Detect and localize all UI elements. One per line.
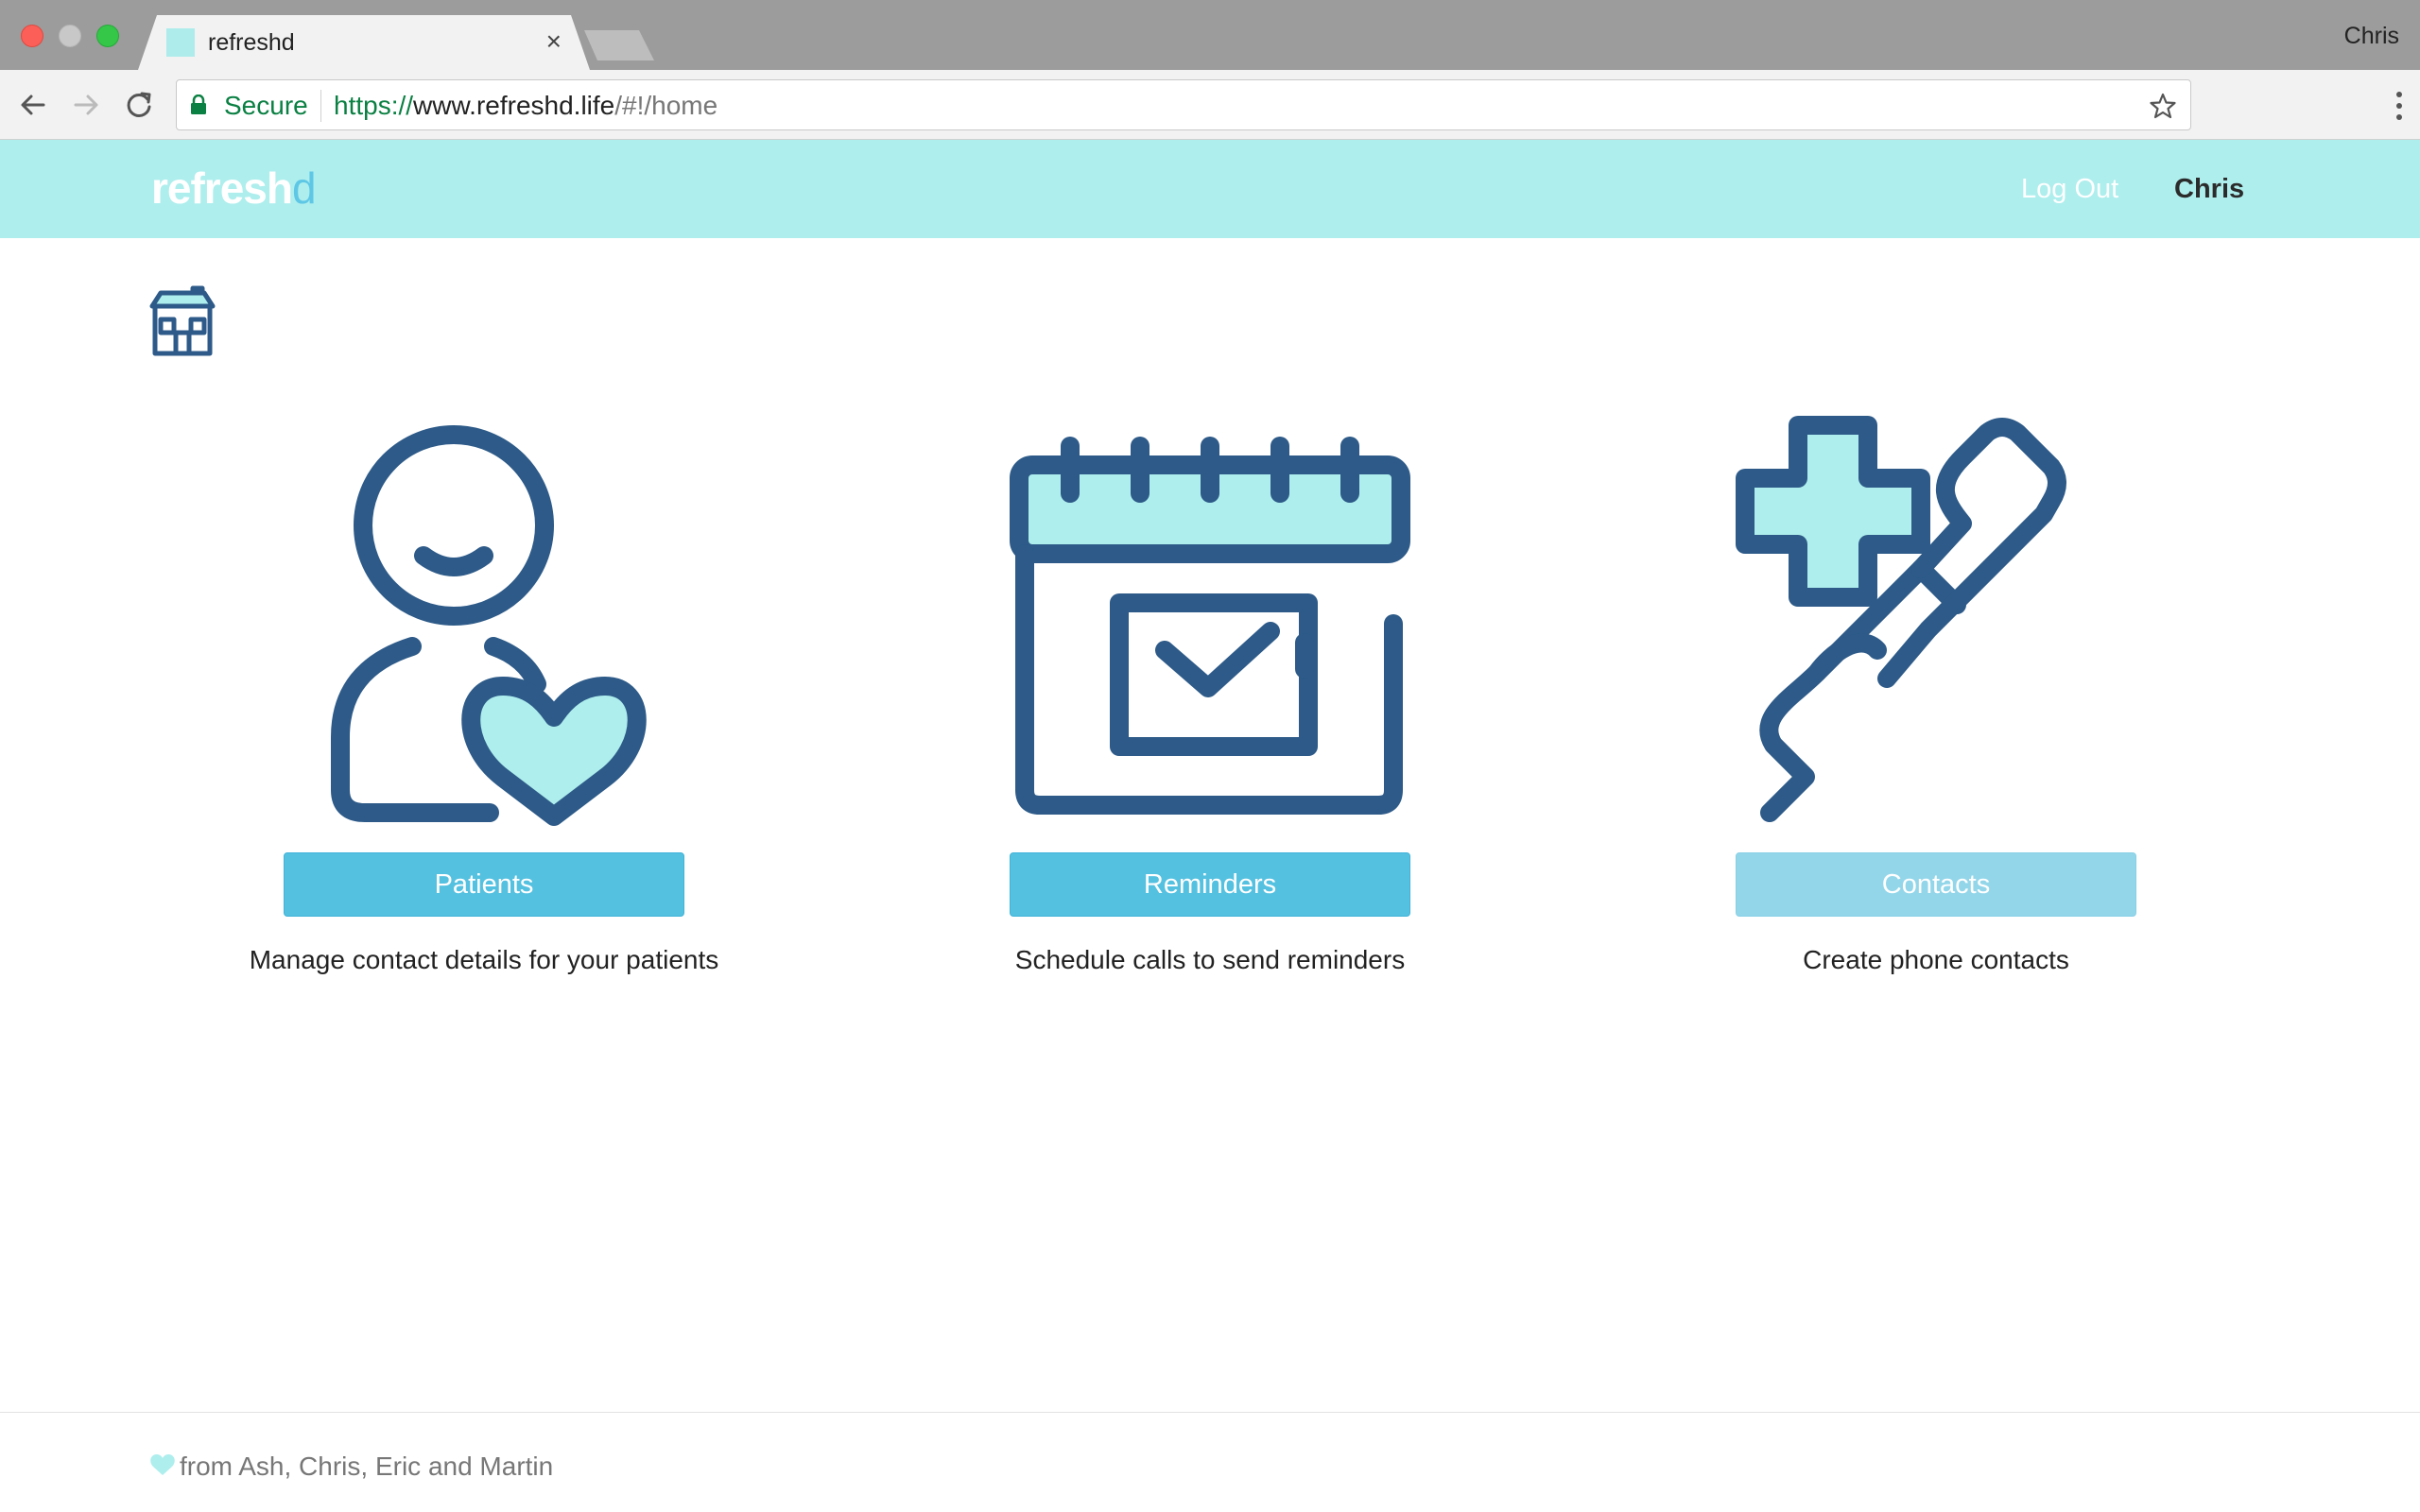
secure-label: Secure [224,91,308,120]
heart-icon [150,1454,175,1475]
url-text[interactable]: https://www.refreshd.life/#!/home [334,91,717,121]
username-link[interactable]: Chris [2174,174,2244,205]
favicon-icon [166,28,195,57]
url-scheme: https:// [334,91,414,120]
calendar-check-icon [1010,437,1410,815]
lock-icon [191,94,206,114]
browser-profile-name[interactable]: Chris [2344,23,2399,50]
forward-arrow-icon[interactable] [70,89,102,121]
address-divider [320,90,321,122]
logo-accent: d [291,163,317,213]
browser-tab-strip: refreshd × Chris [0,0,2420,70]
maximize-window-button[interactable] [96,25,119,47]
app-header: refreshd Log Out Chris [0,140,2420,238]
home-icon[interactable] [147,285,217,357]
medical-phone-icon [1736,416,2066,822]
reload-icon[interactable] [123,89,155,121]
url-path: /#!/home [614,91,718,120]
patients-button[interactable]: Patients [284,852,684,917]
new-tab-button[interactable] [584,30,654,60]
logo[interactable]: refreshd [151,163,317,214]
browser-menu-icon[interactable] [2395,91,2403,121]
bookmark-star-icon[interactable] [2149,92,2177,120]
logo-main: refresh [151,163,293,213]
browser-tab[interactable]: refreshd × [138,15,590,70]
url-host: www.refreshd.life [413,91,615,120]
address-bar[interactable]: Secure https://www.refreshd.life/#!/home [176,79,2191,130]
tab-title: refreshd [208,29,295,56]
tab-close-icon[interactable]: × [546,27,562,56]
patients-description: Manage contact details for your patients [249,945,719,974]
reminders-button[interactable]: Reminders [1010,852,1410,917]
close-window-button[interactable] [21,25,43,47]
contacts-button[interactable]: Contacts [1736,852,2136,917]
footer-credits: from Ash, Chris, Eric and Martin [180,1452,554,1481]
reminders-description: Schedule calls to send reminders [1014,945,1406,974]
footer-divider [0,1412,2420,1413]
browser-toolbar: Secure https://www.refreshd.life/#!/home [0,70,2420,140]
patient-heart-icon [331,425,647,826]
footer: from Ash, Chris, Eric and Martin [149,1452,553,1482]
logout-link[interactable]: Log Out [2021,174,2118,205]
back-arrow-icon[interactable] [17,89,49,121]
minimize-window-button[interactable] [59,25,81,47]
contacts-description: Create phone contacts [1803,945,2069,974]
